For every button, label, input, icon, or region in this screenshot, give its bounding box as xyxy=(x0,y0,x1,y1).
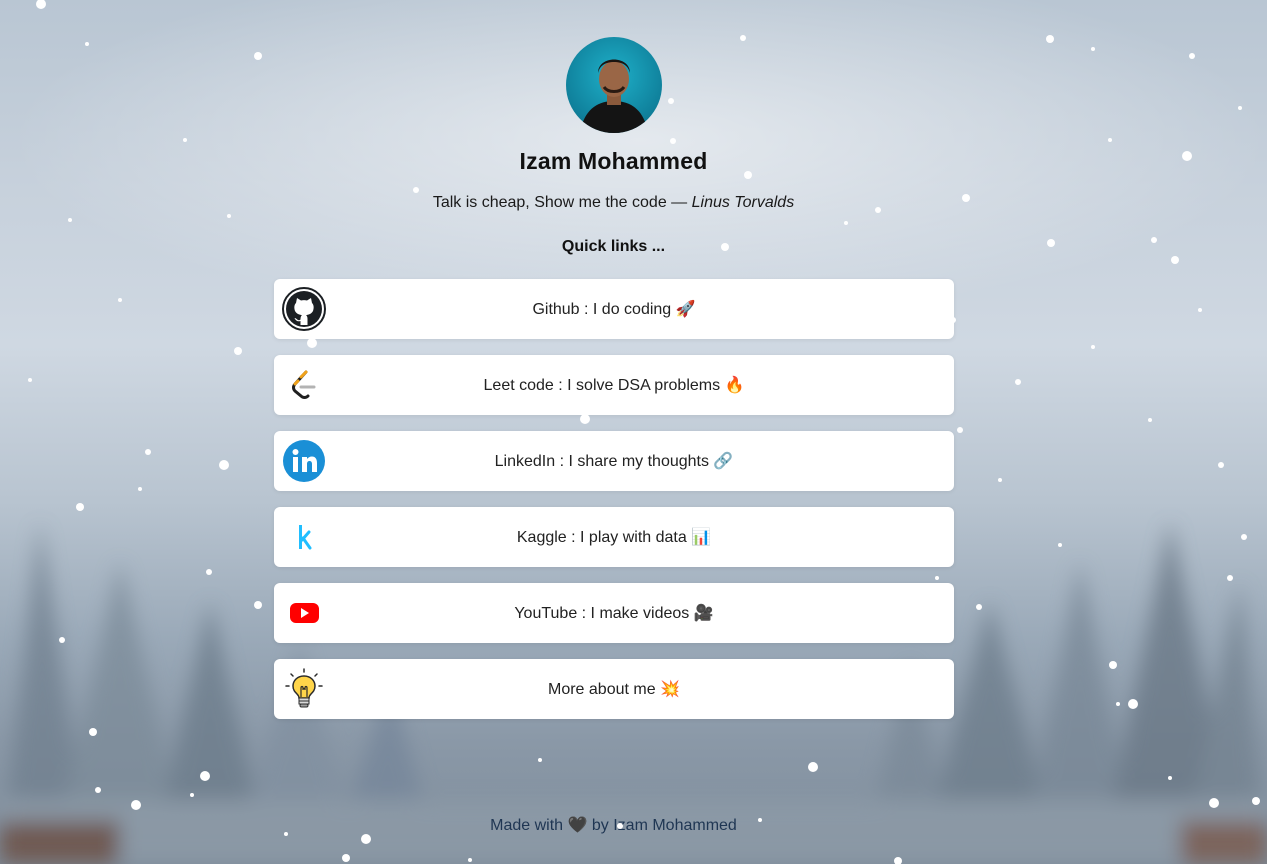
link-kaggle-label: Kaggle : I play with data 📊 xyxy=(516,529,712,546)
link-linkedin-label: LinkedIn : I share my thoughts 🔗 xyxy=(494,453,734,470)
link-youtube-label: YouTube : I make videos 🎥 xyxy=(514,605,714,622)
link-more-about-me[interactable]: More about me 💥 xyxy=(274,659,954,719)
link-linkedin[interactable]: LinkedIn : I share my thoughts 🔗 xyxy=(274,431,954,491)
link-leetcode[interactable]: Leet code : I solve DSA problems 🔥 xyxy=(274,355,954,415)
link-github-label: Github : I do coding 🚀 xyxy=(532,301,696,318)
footer-credit: Made with 🖤 by Izam Mohammed xyxy=(490,817,737,834)
quote-author: Linus Torvalds xyxy=(691,194,795,211)
youtube-icon xyxy=(282,591,326,635)
profile-name: Izam Mohammed xyxy=(519,148,708,174)
linkedin-icon xyxy=(282,439,326,483)
link-more-about-me-label: More about me 💥 xyxy=(548,681,680,698)
leetcode-icon xyxy=(282,363,326,407)
profile-quote: Talk is cheap, Show me the code — Linus … xyxy=(0,194,1227,212)
link-kaggle[interactable]: Kaggle : I play with data 📊 xyxy=(274,507,954,567)
github-icon xyxy=(282,287,326,331)
lightbulb-icon xyxy=(282,667,326,711)
quote-text: Talk is cheap, Show me the code — xyxy=(432,194,692,211)
quick-links-heading: Quick links ... xyxy=(561,238,666,255)
page-content: Izam Mohammed Talk is cheap, Show me the… xyxy=(0,0,1267,864)
person-photo xyxy=(580,59,648,133)
kaggle-icon xyxy=(282,515,326,559)
profile-avatar xyxy=(566,37,662,133)
link-leetcode-label: Leet code : I solve DSA problems 🔥 xyxy=(483,377,745,394)
link-youtube[interactable]: YouTube : I make videos 🎥 xyxy=(274,583,954,643)
link-github[interactable]: Github : I do coding 🚀 xyxy=(274,279,954,339)
